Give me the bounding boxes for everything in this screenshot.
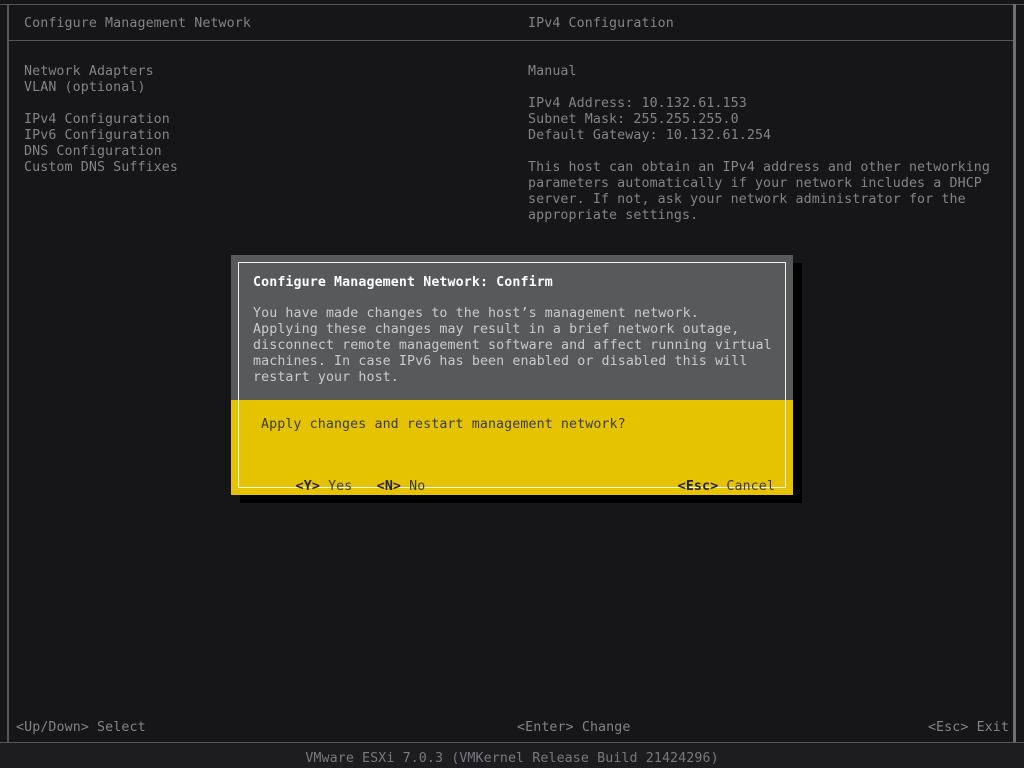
menu-item-network-adapters[interactable]: Network Adapters — [24, 64, 154, 80]
menu-item-dns-configuration[interactable]: DNS Configuration — [24, 144, 162, 160]
subnet-mask-value: Subnet Mask: 255.255.255.0 — [528, 112, 739, 128]
header-separator-line — [8, 40, 1013, 41]
ipv4-mode-value: Manual — [528, 64, 577, 80]
menu-item-custom-dns-suffixes[interactable]: Custom DNS Suffixes — [24, 160, 178, 176]
dialog-title: Configure Management Network: Confirm — [253, 275, 553, 291]
cancel-option-label: Cancel — [718, 479, 775, 494]
cancel-option[interactable]: <Esc> Cancel — [629, 463, 775, 511]
exit-key-hint: <Esc> Exit — [928, 720, 1009, 736]
dialog-body-line: You have made changes to the host’s mana… — [253, 306, 699, 322]
yes-option-label: Yes — [320, 479, 352, 494]
change-key-hint: <Enter> Change — [517, 720, 630, 736]
dialog-body-line: restart your host. — [253, 370, 399, 386]
section-title: IPv4 Configuration — [528, 16, 674, 32]
esxi-version-text: VMware ESXi 7.0.3 (VMKernel Release Buil… — [0, 751, 1024, 767]
ipv4-address-value: IPv4 Address: 10.132.61.153 — [528, 96, 747, 112]
dhcp-description-line: server. If not, ask your network adminis… — [528, 192, 966, 208]
dialog-body-line: machines. In case IPv6 has been enabled … — [253, 354, 747, 370]
dhcp-description-line: This host can obtain an IPv4 address and… — [528, 160, 990, 176]
yes-option[interactable]: <Y> Yes — [296, 479, 353, 494]
esc-key-hint: <Esc> — [678, 479, 719, 494]
no-option-label: No — [401, 479, 425, 494]
menu-item-ipv6-configuration[interactable]: IPv6 Configuration — [24, 128, 170, 144]
no-option[interactable]: <N> No — [377, 479, 426, 494]
dhcp-description-line: parameters automatically if your network… — [528, 176, 982, 192]
frame-top-line — [0, 4, 1024, 5]
dcui-screen: Configure Management Network IPv4 Config… — [0, 0, 1024, 768]
no-key-hint: <N> — [377, 479, 401, 494]
menu-item-vlan[interactable]: VLAN (optional) — [24, 80, 146, 96]
default-gateway-value: Default Gateway: 10.132.61.254 — [528, 128, 771, 144]
frame-left-line — [7, 4, 9, 742]
select-key-hint: <Up/Down> Select — [16, 720, 146, 736]
confirm-dialog: Configure Management Network: Confirm Yo… — [231, 255, 793, 495]
dialog-key-options: <Y> Yes <N> No — [247, 463, 425, 511]
frame-right-line — [1013, 4, 1016, 742]
dialog-question: Apply changes and restart management net… — [261, 417, 626, 433]
yes-key-hint: <Y> — [296, 479, 320, 494]
dhcp-description-line: appropriate settings. — [528, 208, 698, 224]
dialog-body-line: Applying these changes may result in a b… — [253, 322, 739, 338]
menu-item-ipv4-configuration[interactable]: IPv4 Configuration — [24, 112, 170, 128]
option-gap — [352, 479, 376, 494]
dialog-body-line: disconnect remote management software an… — [253, 338, 772, 354]
page-title: Configure Management Network — [24, 16, 251, 32]
